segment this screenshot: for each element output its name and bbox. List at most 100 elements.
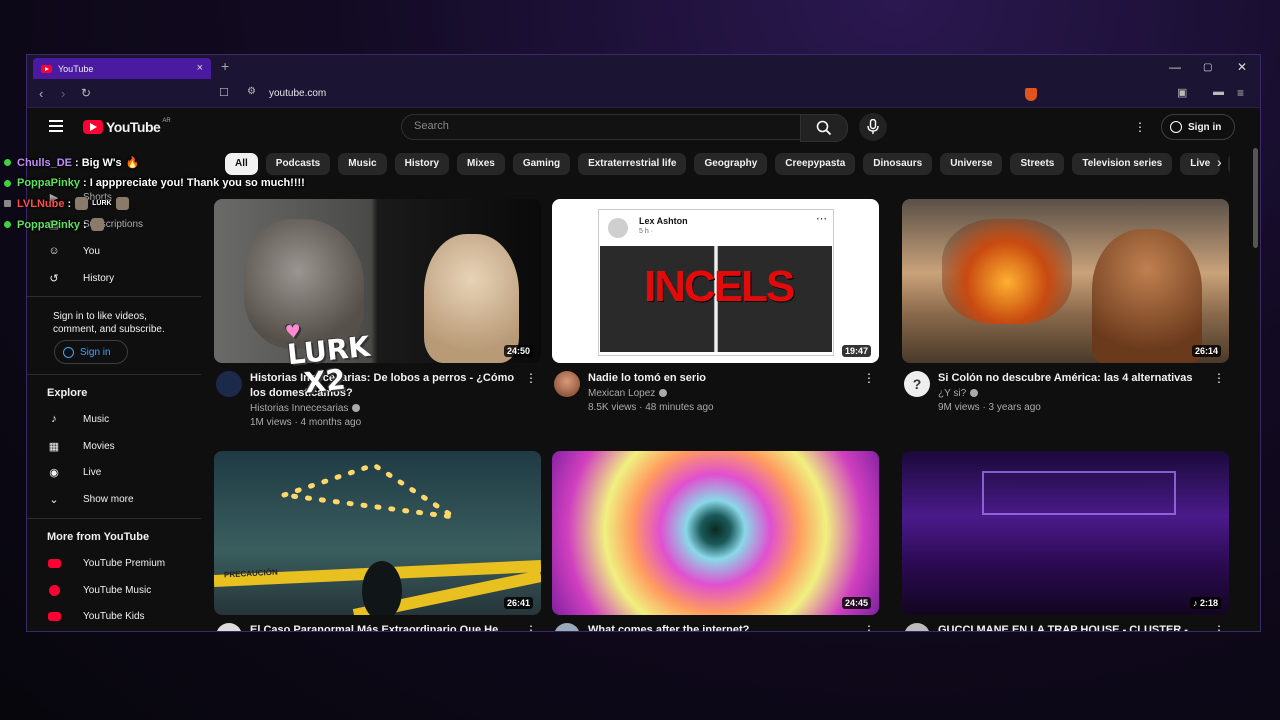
chip[interactable]: Television series — [1072, 153, 1173, 175]
channel-avatar[interactable] — [216, 371, 242, 397]
scrollbar[interactable] — [1253, 148, 1258, 248]
sidebar-item-label: YouTube Premium — [83, 557, 166, 569]
video-duration: 26:41 — [503, 597, 533, 609]
video-thumbnail[interactable]: ♪ 2:18 — [902, 451, 1229, 615]
chip[interactable]: All — [225, 153, 258, 175]
video-more-icon[interactable]: ⋮ — [525, 623, 537, 631]
sidebar-item-history[interactable]: ↺ History — [47, 271, 114, 285]
reload-icon[interactable]: ↻ — [81, 86, 91, 100]
signin-button[interactable]: Sign in — [1161, 114, 1235, 140]
channel-name[interactable]: Mexican Lopez — [588, 388, 668, 399]
chip[interactable]: Geography — [694, 153, 768, 175]
minimize-button[interactable]: — — [1169, 60, 1181, 74]
chip[interactable]: History — [394, 153, 450, 175]
microphone-icon — [867, 119, 879, 134]
video-card[interactable]: PRECAUCIÓN 26:41 El Caso Paranormal Más … — [214, 451, 541, 631]
video-duration: 24:45 — [841, 597, 871, 609]
video-thumbnail[interactable]: 24:50 — [214, 199, 541, 363]
youtube-music-icon — [47, 583, 61, 597]
wallet-icon[interactable]: ▬ — [1213, 86, 1224, 98]
chip[interactable]: Music — [338, 153, 387, 175]
guide-menu-icon[interactable] — [49, 120, 63, 132]
video-thumbnail[interactable]: Lex Ashton 5 h · ⋯ INCELS 19:47 — [552, 199, 879, 363]
voice-search-button[interactable] — [859, 113, 887, 141]
search-button[interactable] — [800, 114, 848, 142]
sidebar-item-youtube-kids[interactable]: YouTube Kids — [47, 609, 145, 623]
youtube-logo[interactable]: YouTube AR — [83, 118, 171, 135]
video-more-icon[interactable]: ⋮ — [1213, 371, 1225, 385]
video-card[interactable]: ♪ 2:18 GUCCI MANE EN LA TRAP HOUSE - CLU… — [902, 451, 1229, 631]
sidebar-item-you[interactable]: ☺ You — [47, 244, 100, 258]
video-title[interactable]: El Caso Paranormal Más Extraordinario Qu… — [250, 623, 520, 631]
video-title[interactable]: What comes after the internet? — [588, 623, 858, 631]
chip[interactable]: Dinosaurs — [863, 153, 933, 175]
sidebar-item-youtube-music[interactable]: YouTube Music — [47, 583, 151, 597]
brave-shield-icon[interactable] — [1025, 88, 1037, 101]
maximize-button[interactable]: ▢ — [1203, 62, 1212, 73]
channel-avatar[interactable] — [904, 623, 930, 631]
video-thumbnail[interactable]: PRECAUCIÓN 26:41 — [214, 451, 541, 615]
tab-youtube[interactable]: YouTube × — [33, 58, 211, 79]
channel-name[interactable]: Historias Innecesarias — [250, 403, 361, 414]
chip[interactable]: Mixes — [457, 153, 505, 175]
video-more-icon[interactable]: ⋮ — [1213, 623, 1225, 631]
menu-icon[interactable]: ≡ — [1237, 86, 1244, 100]
sidebar-toggle-icon[interactable]: ▣ — [1177, 86, 1187, 99]
chevron-right-icon[interactable]: › — [1217, 154, 1222, 170]
video-card[interactable]: Lex Ashton 5 h · ⋯ INCELS 19:47 Nadie lo… — [552, 199, 879, 423]
video-title[interactable]: Nadie lo tomó en serio — [588, 371, 858, 386]
chip[interactable]: Streets — [1010, 153, 1065, 175]
video-more-icon[interactable]: ⋮ — [863, 371, 875, 385]
chip[interactable]: Extraterrestrial life — [578, 153, 687, 175]
video-card[interactable]: 26:14 ? Si Colón no descubre América: la… — [902, 199, 1229, 423]
fire-emoji-icon: 🔥 — [125, 157, 140, 169]
channel-avatar[interactable] — [554, 623, 580, 631]
sidebar-item-music[interactable]: ♪ Music — [47, 412, 109, 426]
close-tab-icon[interactable]: × — [197, 62, 203, 74]
close-window-button[interactable]: ✕ — [1237, 60, 1247, 74]
video-thumbnail[interactable]: 24:45 — [552, 451, 879, 615]
channel-avatar[interactable]: ? — [904, 371, 930, 397]
forward-icon[interactable]: › — [61, 86, 65, 101]
chip[interactable]: M — [1228, 153, 1230, 175]
video-card[interactable]: 24:50 Historias Innecesarias: De lobos a… — [214, 199, 541, 428]
video-title[interactable]: GUCCI MANE EN LA TRAP HOUSE - CLUSTER - … — [938, 623, 1208, 631]
sidebar-item-youtube-premium[interactable]: YouTube Premium — [47, 556, 165, 570]
video-card[interactable]: 24:45 What comes after the internet? ⋮ — [552, 451, 879, 631]
sidebar-item-live[interactable]: ◉ Live — [47, 465, 101, 479]
channel-avatar[interactable] — [216, 623, 242, 631]
concert-stage-image — [982, 471, 1176, 515]
sidebar-signin-button[interactable]: Sign in — [54, 340, 128, 364]
video-title[interactable]: Si Colón no descubre América: las 4 alte… — [938, 371, 1208, 386]
chip[interactable]: Gaming — [512, 153, 571, 175]
chip[interactable]: Live — [1180, 153, 1221, 175]
url-field[interactable]: youtube.com — [269, 88, 326, 99]
site-settings-icon[interactable]: ⚙ — [247, 86, 256, 97]
video-more-icon[interactable]: ⋮ — [525, 371, 537, 385]
channel-avatar[interactable] — [554, 371, 580, 397]
settings-more-icon[interactable]: ⋮ — [1134, 120, 1146, 134]
sidebar-item-show-more[interactable]: ⌄ Show more — [47, 492, 133, 506]
search-input[interactable]: Search — [401, 114, 801, 140]
sidebar-item-movies[interactable]: ▦ Movies — [47, 439, 115, 453]
chat-badge-icon — [4, 159, 11, 166]
back-icon[interactable]: ‹ — [39, 86, 43, 101]
chip[interactable]: Creepypasta — [775, 153, 856, 175]
sidebar-divider — [27, 296, 201, 297]
channel-name[interactable]: ¿Y si? — [938, 388, 979, 399]
browser-window: YouTube × + — ▢ ✕ ‹ › ↻ ☐ ⚙ youtube.com … — [26, 54, 1261, 632]
new-tab-button[interactable]: + — [221, 58, 229, 74]
video-more-icon[interactable]: ⋮ — [863, 623, 875, 631]
chip[interactable]: Podcasts — [265, 153, 331, 175]
chat-badge-icon — [4, 179, 11, 187]
video-duration: 26:14 — [1191, 345, 1221, 357]
chat-user: LVLNube — [17, 197, 65, 210]
post-avatar — [608, 218, 628, 238]
chip[interactable]: Universe — [940, 153, 1003, 175]
bookmark-icon[interactable]: ☐ — [219, 86, 229, 99]
video-thumbnail[interactable]: 26:14 — [902, 199, 1229, 363]
youtube-favicon-icon — [41, 64, 52, 73]
video-duration: ♪ 2:18 — [1189, 597, 1221, 609]
emote-icon — [90, 218, 104, 231]
emote-icon — [75, 197, 89, 210]
